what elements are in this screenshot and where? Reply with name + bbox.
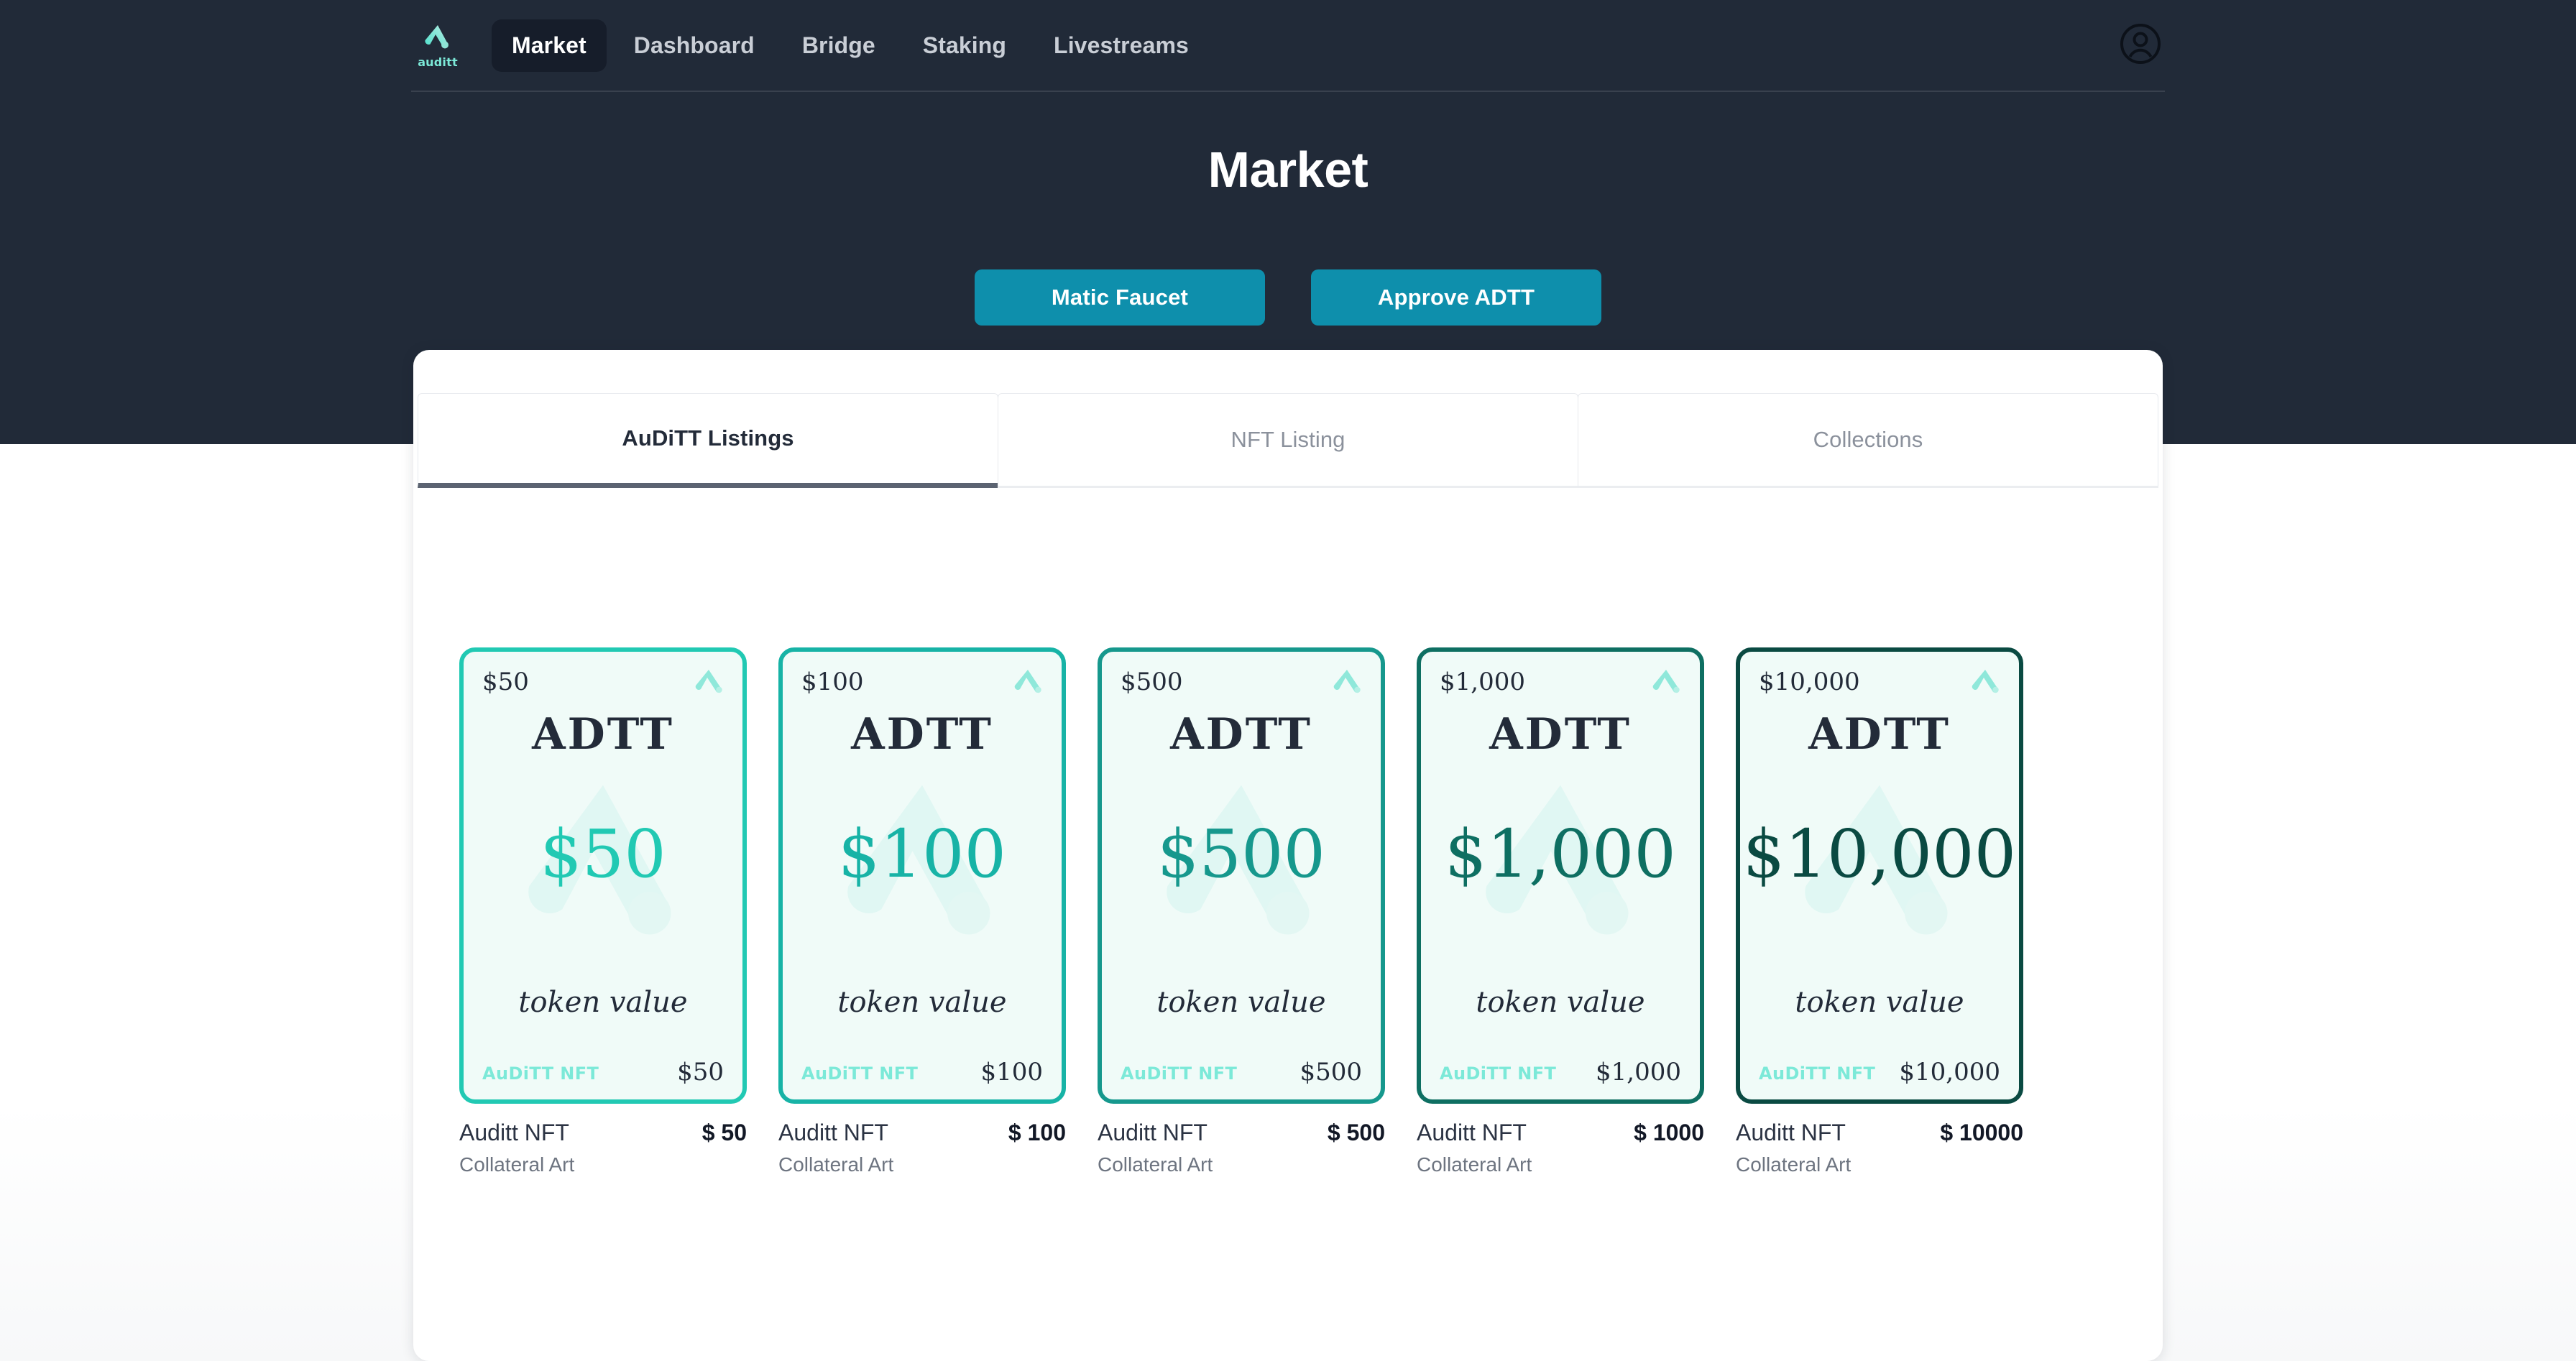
listing-name: Auditt NFT	[1098, 1120, 1208, 1145]
tab-nft-listing[interactable]: NFT Listing	[998, 393, 1578, 488]
artwork-brand-label: AuDiTT NFT	[801, 1064, 919, 1084]
nav-item-staking[interactable]: Staking	[903, 19, 1026, 72]
artwork-corner-value-bottom: $50	[677, 1058, 724, 1087]
nft-artwork[interactable]: $100 ADTT $100 token value AuDiTT NFT $1…	[778, 647, 1066, 1104]
nav-item-bridge[interactable]: Bridge	[782, 19, 896, 72]
artwork-corner-value-top: $100	[801, 668, 864, 696]
artwork-token-title: ADTT	[1170, 709, 1312, 760]
listing-price: $ 1000	[1634, 1120, 1704, 1145]
artwork-brand-label: AuDiTT NFT	[1759, 1064, 1876, 1084]
account-button[interactable]	[2116, 21, 2165, 70]
listing-price: $ 100	[1008, 1120, 1066, 1145]
artwork-corner-value-bottom: $500	[1300, 1058, 1362, 1087]
nft-artwork[interactable]: $10,000 ADTT $10,000 token value AuDiTT …	[1736, 647, 2023, 1104]
artwork-corner-value-top: $10,000	[1759, 668, 1860, 696]
hero-actions: Matic Faucet Approve ADTT	[0, 269, 2576, 326]
listing-name: Auditt NFT	[1417, 1120, 1527, 1145]
matic-faucet-button[interactable]: Matic Faucet	[975, 269, 1265, 326]
artwork-logo-icon	[1650, 668, 1683, 696]
top-navigation-bar: auditt Market Dashboard Bridge Staking L…	[411, 0, 2165, 92]
artwork-token-value: $100	[837, 816, 1007, 892]
tab-auditt-listings[interactable]: AuDiTT Listings	[418, 393, 998, 488]
listing-collection: Collateral Art	[1736, 1153, 1852, 1176]
artwork-brand-label: AuDiTT NFT	[1440, 1064, 1557, 1084]
listing-name: Auditt NFT	[1736, 1120, 1846, 1145]
nft-artwork[interactable]: $50 ADTT $50 token value AuDiTT NFT $50	[459, 647, 747, 1104]
listing-collection: Collateral Art	[1417, 1153, 1532, 1176]
artwork-token-value: $500	[1156, 816, 1326, 892]
listing-collection: Collateral Art	[778, 1153, 894, 1176]
artwork-token-title: ADTT	[532, 709, 674, 760]
artwork-corner-value-bottom: $100	[980, 1058, 1043, 1087]
artwork-caption: token value	[1156, 986, 1326, 1019]
listing-name: Auditt NFT	[778, 1120, 888, 1145]
listing-item[interactable]: $100 ADTT $100 token value AuDiTT NFT $1…	[778, 647, 1066, 1176]
artwork-logo-icon	[1011, 668, 1044, 696]
panel-tabs: AuDiTT Listings NFT Listing Collections	[418, 393, 2158, 488]
nft-artwork[interactable]: $500 ADTT $500 token value AuDiTT NFT $5…	[1098, 647, 1385, 1104]
nav-links: Market Dashboard Bridge Staking Livestre…	[492, 19, 1209, 72]
listing-item[interactable]: $10,000 ADTT $10,000 token value AuDiTT …	[1736, 647, 2023, 1176]
listing-price: $ 50	[702, 1120, 747, 1145]
nav-item-livestreams[interactable]: Livestreams	[1034, 19, 1209, 72]
artwork-caption: token value	[518, 986, 688, 1019]
artwork-token-value: $10,000	[1742, 816, 2017, 892]
artwork-corner-value-top: $500	[1121, 668, 1183, 696]
approve-adtt-button[interactable]: Approve ADTT	[1311, 269, 1601, 326]
artwork-logo-icon	[1330, 668, 1363, 696]
user-account-icon	[2119, 22, 2162, 69]
artwork-caption: token value	[837, 986, 1007, 1019]
artwork-corner-value-top: $1,000	[1440, 668, 1525, 696]
artwork-corner-value-bottom: $1,000	[1596, 1058, 1681, 1087]
artwork-corner-value-bottom: $10,000	[1899, 1058, 2000, 1087]
listing-meta: Auditt NFT $ 500 Collateral Art	[1098, 1104, 1385, 1176]
artwork-logo-icon	[1969, 668, 2002, 696]
listing-price: $ 10000	[1940, 1120, 2023, 1145]
artwork-token-value: $1,000	[1445, 816, 1676, 892]
market-panel: AuDiTT Listings NFT Listing Collections …	[413, 350, 2163, 1361]
artwork-corner-value-top: $50	[482, 668, 529, 696]
artwork-token-title: ADTT	[1808, 709, 1951, 760]
artwork-caption: token value	[1795, 986, 1964, 1019]
artwork-token-title: ADTT	[1489, 709, 1632, 760]
listing-item[interactable]: $50 ADTT $50 token value AuDiTT NFT $50 …	[459, 647, 747, 1176]
listing-meta: Auditt NFT $ 50 Collateral Art	[459, 1104, 747, 1176]
listing-meta: Auditt NFT $ 1000 Collateral Art	[1417, 1104, 1704, 1176]
artwork-caption: token value	[1476, 986, 1645, 1019]
listing-item[interactable]: $500 ADTT $500 token value AuDiTT NFT $5…	[1098, 647, 1385, 1176]
artwork-token-value: $50	[540, 816, 666, 892]
listing-grid: $50 ADTT $50 token value AuDiTT NFT $50 …	[413, 647, 2163, 1176]
artwork-brand-label: AuDiTT NFT	[1121, 1064, 1238, 1084]
auditt-logo-icon	[421, 22, 454, 55]
artwork-logo-icon	[692, 668, 725, 696]
page-title: Market	[1208, 142, 1368, 198]
brand-wordmark: auditt	[418, 55, 458, 69]
listing-item[interactable]: $1,000 ADTT $1,000 token value AuDiTT NF…	[1417, 647, 1704, 1176]
listing-meta: Auditt NFT $ 100 Collateral Art	[778, 1104, 1066, 1176]
artwork-brand-label: AuDiTT NFT	[482, 1064, 599, 1084]
listing-collection: Collateral Art	[459, 1153, 575, 1176]
nav-item-dashboard[interactable]: Dashboard	[614, 19, 775, 72]
listing-price: $ 500	[1327, 1120, 1385, 1145]
listing-meta: Auditt NFT $ 10000 Collateral Art	[1736, 1104, 2023, 1176]
artwork-token-title: ADTT	[851, 709, 993, 760]
tab-collections[interactable]: Collections	[1578, 393, 2158, 488]
nft-artwork[interactable]: $1,000 ADTT $1,000 token value AuDiTT NF…	[1417, 647, 1704, 1104]
brand-logo[interactable]: auditt	[411, 17, 464, 73]
listing-name: Auditt NFT	[459, 1120, 569, 1145]
nav-item-market[interactable]: Market	[492, 19, 607, 72]
listing-collection: Collateral Art	[1098, 1153, 1213, 1176]
